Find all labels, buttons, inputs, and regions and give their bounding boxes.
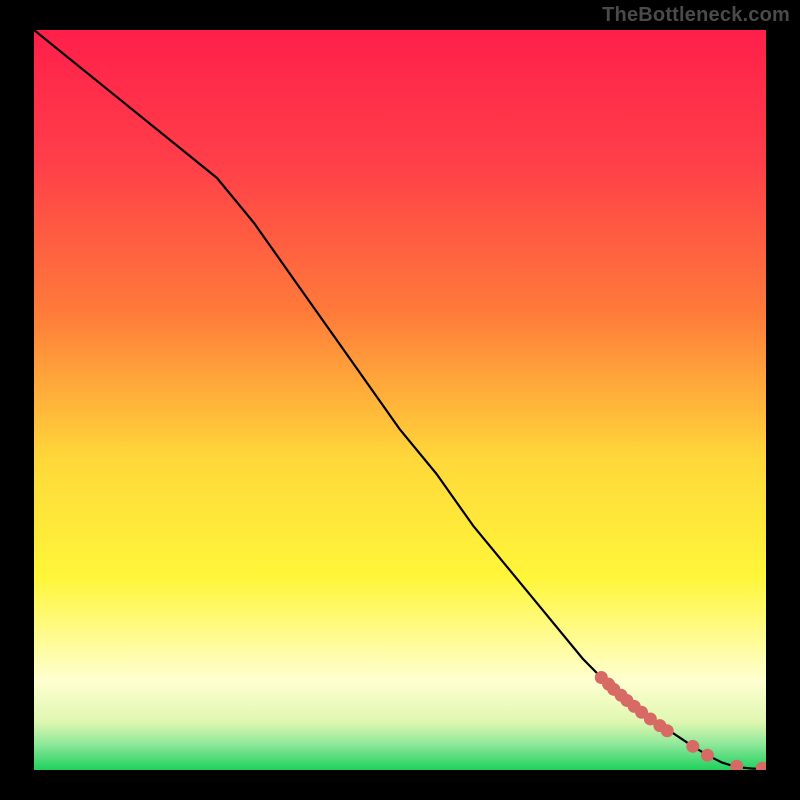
chart-svg <box>34 30 766 770</box>
plot-area <box>34 30 766 770</box>
watermark-text: TheBottleneck.com <box>602 4 790 27</box>
chart-stage: TheBottleneck.com <box>0 0 800 800</box>
